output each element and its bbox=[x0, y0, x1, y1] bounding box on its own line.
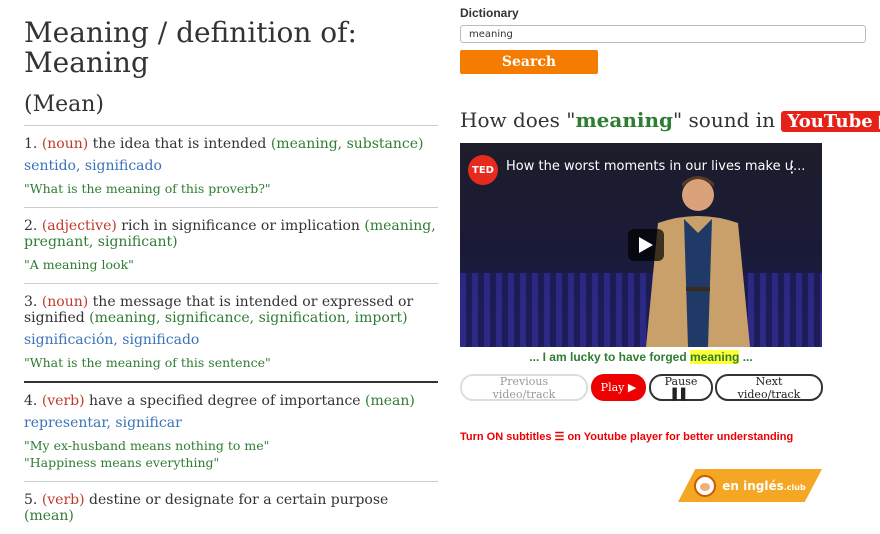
play-button[interactable]: Play ▶ bbox=[591, 374, 646, 401]
sound-heading: How does "meaning" sound in YouTube ▶ ? bbox=[460, 108, 880, 132]
definition-number: 4. bbox=[24, 393, 38, 409]
translation: significación, significado bbox=[24, 332, 200, 348]
synonyms: (mean) bbox=[365, 393, 415, 409]
definition-item: 2. (adjective) rich in significance or i… bbox=[24, 207, 438, 283]
definition-number: 3. bbox=[24, 294, 38, 310]
definition-number: 5. bbox=[24, 492, 38, 508]
synonyms: (mean) bbox=[24, 508, 74, 524]
definition-line: 1. (noun) the idea that is intended (mea… bbox=[24, 136, 438, 152]
translation: representar, significar bbox=[24, 415, 182, 431]
definition-line: 3. (noun) the message that is intended o… bbox=[24, 294, 438, 326]
definition-gloss: have a specified degree of importance bbox=[89, 393, 361, 409]
definition-item: 5. (verb) destine or designate for a cer… bbox=[24, 481, 438, 534]
definition-item: 4. (verb) have a specified degree of imp… bbox=[24, 381, 438, 481]
video-player[interactable]: TED How the worst moments in our lives m… bbox=[460, 143, 822, 347]
base-word: (Mean) bbox=[24, 92, 104, 117]
definition-gloss: destine or designate for a certain purpo… bbox=[89, 492, 389, 508]
page-title: Meaning / definition of: Meaning bbox=[24, 16, 357, 79]
site-logo[interactable]: en inglés.club bbox=[678, 469, 822, 502]
definition-item: 3. (noun) the message that is intended o… bbox=[24, 283, 438, 381]
next-track-button[interactable]: Next video/track bbox=[715, 374, 823, 401]
synonyms: (meaning, substance) bbox=[270, 136, 424, 152]
subtitles-hint: Turn ON subtitles ☰ on Youtube player fo… bbox=[460, 431, 794, 443]
play-icon[interactable] bbox=[628, 229, 664, 261]
brand-suffix: .club bbox=[783, 482, 806, 492]
synonyms: (meaning, significance, signification, i… bbox=[89, 310, 408, 326]
ted-logo: TED bbox=[468, 155, 498, 185]
example-sentence: "A meaning look" bbox=[24, 257, 134, 272]
example-sentence: "My ex-husband means nothing to me" bbox=[24, 438, 270, 453]
definition-gloss: rich in significance or implication bbox=[121, 218, 360, 234]
video-menu-icon[interactable]: ⋮ bbox=[784, 157, 800, 176]
definition-line: 5. (verb) destine or designate for a cer… bbox=[24, 492, 438, 524]
definition-list: 1. (noun) the idea that is intended (mea… bbox=[24, 125, 438, 534]
example-sentence: "What is the meaning of this proverb?" bbox=[24, 181, 271, 196]
search-button[interactable]: Search bbox=[460, 50, 598, 74]
subtitle-caption: ... I am lucky to have forged meaning ..… bbox=[529, 350, 753, 364]
definition-line: 2. (adjective) rich in significance or i… bbox=[24, 218, 438, 250]
definition-number: 1. bbox=[24, 136, 38, 152]
definition-line: 4. (verb) have a specified degree of imp… bbox=[24, 393, 438, 409]
mascot-icon bbox=[694, 474, 717, 497]
pause-button[interactable]: Pause ▌▌ bbox=[649, 374, 713, 401]
video-title[interactable]: How the worst moments in our lives make … bbox=[506, 159, 805, 174]
part-of-speech: (noun) bbox=[41, 136, 89, 152]
brand-name: en inglés bbox=[722, 478, 784, 493]
definition-number: 2. bbox=[24, 218, 38, 234]
part-of-speech: (noun) bbox=[41, 294, 89, 310]
previous-track-button[interactable]: Previous video/track bbox=[460, 374, 588, 401]
example-sentence: "Happiness means everything" bbox=[24, 455, 220, 470]
definition-gloss: the idea that is intended bbox=[92, 136, 267, 152]
dictionary-label: Dictionary bbox=[460, 6, 519, 20]
example-sentence: "What is the meaning of this sentence" bbox=[24, 355, 271, 370]
youtube-logo: YouTube ▶ bbox=[781, 111, 880, 132]
dictionary-search-input[interactable] bbox=[460, 25, 866, 43]
part-of-speech: (verb) bbox=[41, 492, 85, 508]
part-of-speech: (adjective) bbox=[41, 218, 117, 234]
part-of-speech: (verb) bbox=[41, 393, 85, 409]
definition-item: 1. (noun) the idea that is intended (mea… bbox=[24, 125, 438, 207]
definitions-column: Meaning / definition of: Meaning (Mean) … bbox=[24, 18, 438, 534]
translation: sentido, significado bbox=[24, 158, 162, 174]
